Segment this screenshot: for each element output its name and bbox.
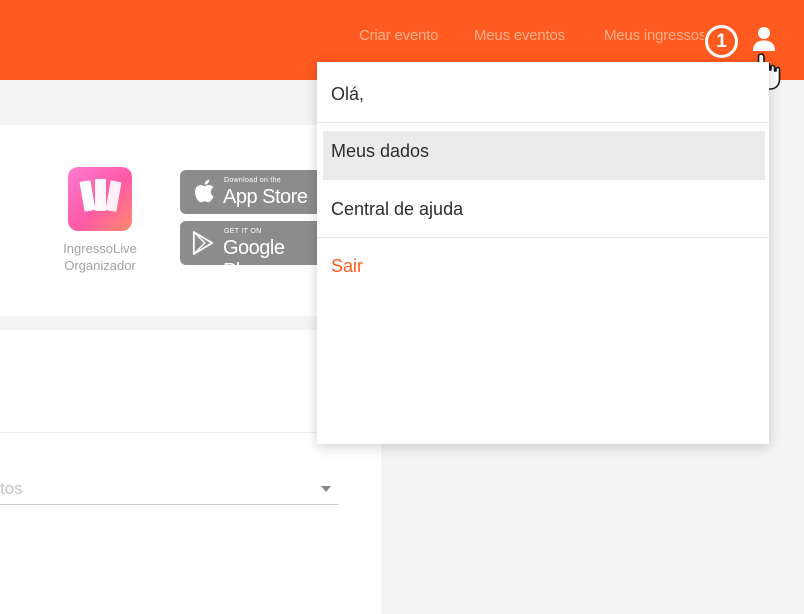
google-play-icon — [192, 231, 214, 255]
google-play-button[interactable]: GET IT ON Google Play — [180, 221, 322, 282]
app-name: IngressoLive Organizador — [52, 240, 148, 274]
event-select[interactable]: tos — [0, 479, 23, 499]
ingressolive-app-icon[interactable] — [68, 167, 132, 231]
user-menu-dropdown: Olá, Meus dados Central de ajuda Sair — [317, 62, 769, 444]
user-greeting: Olá, — [331, 84, 365, 104]
app-name-line1: IngressoLive — [63, 241, 137, 256]
google-play-big-text: Google Play — [223, 237, 285, 282]
menu-divider — [317, 122, 769, 123]
menu-item-meus-dados[interactable]: Meus dados — [331, 141, 429, 162]
menu-item-sair[interactable]: Sair — [331, 256, 363, 277]
app-store-big-text: App Store — [223, 186, 308, 208]
dropdown-caret-icon[interactable] — [321, 486, 331, 492]
nav-meus-ingressos[interactable]: Meus ingressos — [604, 27, 704, 44]
nav-meus-eventos[interactable]: Meus eventos — [474, 27, 565, 44]
user-icon[interactable] — [752, 26, 776, 52]
menu-divider — [317, 237, 769, 238]
app-name-line2: Organizador — [64, 258, 136, 273]
apple-icon — [194, 179, 214, 203]
ticket-stack-icon — [79, 179, 122, 212]
step-number-badge: 1 — [705, 25, 738, 58]
menu-item-central-de-ajuda[interactable]: Central de ajuda — [331, 199, 463, 220]
nav-criar-evento[interactable]: Criar evento — [359, 27, 439, 44]
google-play-small-text: GET IT ON — [224, 228, 262, 235]
select-underline — [0, 504, 339, 505]
app-store-small-text: Download on the — [224, 177, 282, 184]
app-store-button[interactable]: Download on the App Store — [180, 170, 322, 214]
